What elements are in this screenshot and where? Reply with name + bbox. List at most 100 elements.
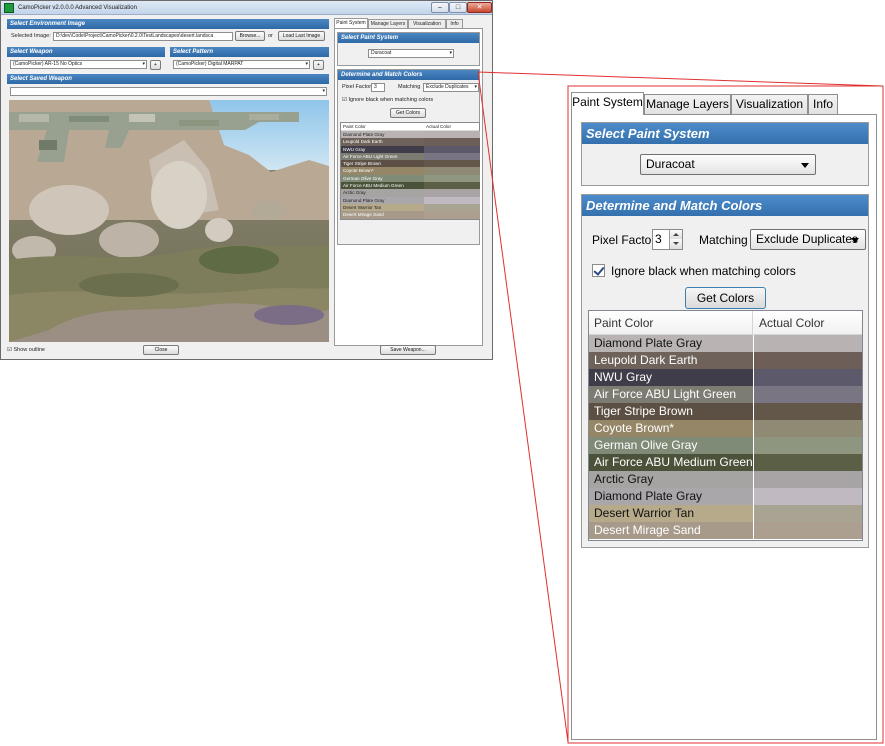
thumb-table-row[interactable]: Desert Mirage Sand (341, 211, 480, 219)
matching-label: Matching (699, 233, 748, 247)
actual-color-swatch (754, 335, 862, 352)
chevron-down-icon: ▾ (142, 61, 145, 67)
actual-color-swatch (754, 488, 862, 505)
stepper-down-icon[interactable] (669, 239, 682, 249)
image-path-field[interactable]: D:\dev\Code\Project\CamoPicker\0.2.0\Tes… (53, 32, 233, 41)
thumb-actual-color-swatch (424, 189, 480, 197)
thumb-table-row[interactable]: Diamond Plate Gray (341, 131, 480, 139)
thumb-table-row[interactable]: Air Force ABU Light Green (341, 152, 480, 161)
environment-header: Select Environment Image (7, 19, 329, 29)
thumb-pixel-factor-input[interactable]: 3 (371, 83, 385, 92)
paint-color-cell: Air Force ABU Light Green (589, 386, 753, 403)
get-colors-button[interactable]: Get Colors (685, 287, 766, 309)
tab-visualization[interactable]: Visualization (731, 94, 808, 114)
thumb-paint-color-name: Leupold Dark Earth (343, 139, 383, 145)
paint-system-select[interactable]: Duracoat (640, 154, 816, 175)
thumb-matching-select[interactable]: Exclude Duplicates ▾ (423, 83, 479, 92)
ignore-black-checkbox[interactable] (592, 264, 605, 277)
tab-manage-layers[interactable]: Manage Layers (644, 94, 731, 114)
saved-weapon-header: Select Saved Weapon (7, 74, 329, 84)
pattern-header: Select Pattern (170, 47, 329, 57)
add-weapon-button[interactable]: + (150, 60, 161, 70)
match-colors-group: Determine and Match Colors Pixel Factor … (581, 194, 869, 548)
table-row[interactable]: Diamond Plate Gray (589, 335, 862, 352)
thumb-table-row[interactable]: Coyote Brown* (341, 167, 480, 175)
thumb-actual-color-swatch (424, 145, 480, 153)
paint-color-cell: Air Force ABU Medium Green (589, 454, 753, 471)
add-pattern-button[interactable]: + (313, 60, 324, 70)
saved-weapon-select[interactable]: ▾ (10, 87, 327, 96)
thumb-table-row[interactable]: NWU Gray (341, 145, 480, 153)
thumb-table-row[interactable]: Leupold Dark Earth (341, 138, 480, 146)
color-match-list[interactable]: Paint Color Actual Color Diamond Plate G… (588, 310, 863, 541)
color-rows: Diamond Plate Gray Leupold Dark Earth NWU … (589, 335, 862, 539)
browse-button[interactable]: Browse... (235, 31, 265, 41)
matching-select[interactable]: Exclude Duplicates (750, 229, 866, 250)
ignore-black-label: Ignore black when matching colors (611, 264, 796, 278)
thumb-tab-info[interactable]: Info (446, 19, 463, 28)
paint-color-cell: Diamond Plate Gray (589, 488, 753, 505)
table-row[interactable]: Air Force ABU Light Green (589, 386, 862, 403)
tab-paint-system[interactable]: Paint System (571, 92, 644, 115)
thumb-tab-visualization[interactable]: Visualization (408, 19, 446, 28)
pixel-factor-label: Pixel Factor (592, 233, 656, 247)
table-row[interactable]: Desert Warrior Tan (589, 505, 862, 522)
actual-color-swatch (754, 352, 862, 369)
title-bar[interactable]: CamoPicker v2.0.0.0 Advanced Visualizati… (1, 1, 492, 15)
column-header-actual-color[interactable]: Actual Color (754, 311, 862, 335)
app-icon (4, 3, 14, 13)
table-row[interactable]: Tiger Stripe Brown (589, 403, 862, 420)
table-row[interactable]: NWU Gray (589, 369, 862, 386)
show-outline-checkbox[interactable]: ☑ Show outline (7, 346, 45, 355)
table-row[interactable]: Air Force ABU Medium Green (589, 454, 862, 471)
thumb-get-colors-button[interactable]: Get Colors (390, 108, 426, 118)
maximize-button[interactable]: □ (449, 2, 467, 13)
table-row[interactable]: Diamond Plate Gray (589, 488, 862, 505)
window-title: CamoPicker v2.0.0.0 Advanced Visualizati… (18, 5, 137, 11)
weapon-select[interactable]: (CamoPicker) AR-15 No Optics ▾ (10, 60, 147, 69)
actual-color-swatch (754, 403, 862, 420)
paint-color-cell: Leupold Dark Earth (589, 352, 753, 369)
table-row[interactable]: Coyote Brown* (589, 420, 862, 437)
table-row[interactable]: German Olive Gray (589, 437, 862, 454)
pixel-factor-value: 3 (655, 232, 662, 246)
thumb-table-row[interactable]: Air Force ABU Medium Green (341, 182, 480, 190)
thumb-color-list[interactable]: Paint Color Actual Color Diamond Plate Gr… (340, 122, 480, 220)
thumb-tab-manage-layers[interactable]: Manage Layers (368, 19, 408, 28)
actual-color-swatch (754, 420, 862, 437)
pattern-select[interactable]: (CamoPicker) Digital MARPAT ▾ (173, 60, 310, 69)
minimize-button[interactable]: – (431, 2, 449, 13)
paint-system-value: Duracoat (646, 157, 695, 171)
actual-color-swatch (754, 505, 862, 522)
environment-preview-image[interactable] (9, 100, 329, 342)
close-button[interactable]: Close (143, 345, 179, 355)
tab-info[interactable]: Info (808, 94, 838, 114)
thumb-table-row[interactable]: Diamond Plate Gray (341, 196, 480, 204)
thumb-paint-color-name: NWU Gray (343, 146, 366, 152)
paint-system-tab-body: Select Paint System Duracoat Determine a… (571, 114, 877, 740)
table-row[interactable]: Desert Mirage Sand (589, 522, 862, 539)
close-window-button[interactable]: ✕ (467, 2, 492, 13)
table-row[interactable]: Leupold Dark Earth (589, 352, 862, 369)
paint-color-cell: Desert Warrior Tan (589, 505, 753, 522)
column-header-paint-color[interactable]: Paint Color (589, 311, 753, 335)
thumb-table-row[interactable]: Desert Warrior Tan (341, 203, 480, 212)
thumb-paint-color-name: German Olive Gray (343, 175, 383, 181)
thumb-paint-color-name: Diamond Plate Gray (343, 132, 385, 137)
table-row[interactable]: Arctic Gray (589, 471, 862, 488)
save-weapon-button[interactable]: Save Weapon... (380, 345, 436, 355)
thumb-pixel-factor-label: Pixel Factor (342, 84, 372, 90)
matching-value: Exclude Duplicates (756, 232, 859, 246)
load-last-image-button[interactable]: Load Last Image (278, 31, 325, 41)
thumb-paint-system-select[interactable]: Duracoat ▾ (368, 49, 454, 58)
thumb-table-row[interactable]: Tiger Stripe Brown (341, 160, 480, 168)
thumb-tab-paint-system[interactable]: Paint System (334, 18, 368, 28)
thumb-paint-system-value: Duracoat (371, 50, 392, 56)
thumb-table-row[interactable]: German Olive Gray (341, 174, 480, 183)
thumb-paint-color-name: Desert Mirage Sand (343, 212, 384, 218)
paint-color-cell: Tiger Stripe Brown (589, 403, 753, 420)
thumb-table-row[interactable]: Arctic Gray (341, 189, 480, 197)
pixel-factor-stepper[interactable]: 3 (652, 229, 683, 250)
thumb-col-paint: Paint Color (343, 124, 366, 129)
actual-color-swatch (754, 454, 862, 471)
